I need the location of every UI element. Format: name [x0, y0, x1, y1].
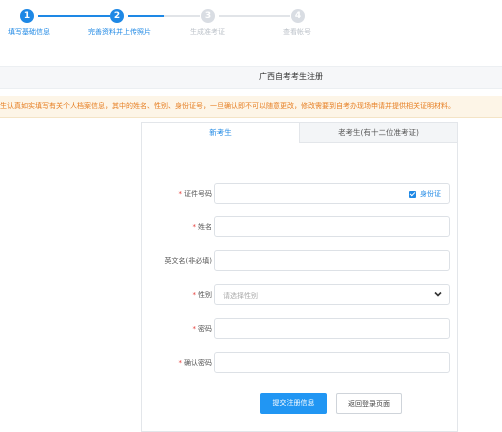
step-4-marker: 4	[288, 6, 308, 26]
id-number-label: * 证件号码	[178, 190, 213, 198]
confirm-password-label: * 确认密码	[178, 359, 213, 367]
id-number-row: * 证件号码 身份证	[142, 183, 459, 205]
step-2-number: 2	[113, 11, 121, 21]
english-name-label: 英文名(非必填)	[164, 257, 212, 265]
notice-text: 生认真如实填写有关个人档案信息，其中的姓名、性别、身份证号，一旦确认即不可以随意…	[0, 102, 455, 110]
step-1-marker: 1	[17, 6, 37, 26]
step-3-marker: 3	[198, 6, 218, 26]
progress-steps: 1 2 3 4 填写基础信息 完善资料并上传照片 生成准考证 查看帐号	[0, 0, 502, 44]
password-field[interactable]	[214, 318, 450, 339]
page-title: 广西自考考生注册	[259, 72, 323, 81]
password-label: * 密码	[192, 325, 213, 333]
step-1-number: 1	[23, 11, 31, 21]
checkbox-icon	[409, 190, 416, 198]
gender-placeholder: 请选择性别	[223, 292, 258, 300]
step-2-marker: 2	[107, 6, 127, 26]
name-row: * 姓名	[142, 216, 459, 238]
submit-registration-button[interactable]: 提交注册信息	[260, 393, 327, 414]
gender-row: * 性别 请选择性别	[142, 284, 459, 306]
page-title-bar: 广西自考考生注册	[0, 66, 502, 89]
gender-select[interactable]: 请选择性别	[214, 284, 450, 305]
registration-panel: 新考生 老考生(有十二位准考证) * 证件号码 身份证 * 姓名 英文名(非必填) …	[141, 122, 458, 432]
step-connector-1	[38, 15, 110, 17]
step-2-label: 完善资料并上传照片	[88, 28, 151, 36]
step-4-number: 4	[294, 11, 302, 21]
step-3-number: 3	[204, 11, 212, 21]
id-type-toggle[interactable]: 身份证	[409, 189, 441, 199]
name-label: * 姓名	[192, 223, 213, 231]
confirm-password-row: * 确认密码	[142, 352, 459, 374]
confirm-password-field[interactable]	[214, 352, 450, 373]
step-3-label: 生成准考证	[190, 28, 225, 36]
step-connector-3	[219, 15, 290, 17]
notice-banner: 生认真如实填写有关个人档案信息，其中的姓名、性别、身份证号，一旦确认即不可以随意…	[0, 96, 502, 118]
back-to-login-button[interactable]: 返回登录页面	[336, 393, 402, 414]
gender-label: * 性别	[192, 291, 213, 299]
step-connector-2b	[164, 15, 200, 17]
chevron-down-icon	[434, 291, 442, 297]
step-connector-2a	[128, 15, 164, 17]
tab-new-candidate[interactable]: 新考生	[142, 123, 299, 143]
step-4-label: 查看帐号	[283, 28, 311, 36]
id-number-field[interactable]: 身份证	[214, 183, 450, 204]
name-field[interactable]	[214, 216, 450, 237]
english-name-field[interactable]	[214, 250, 450, 271]
step-1-label: 填写基础信息	[8, 28, 50, 36]
password-row: * 密码	[142, 318, 459, 340]
tab-returning-candidate[interactable]: 老考生(有十二位准考证)	[299, 123, 457, 143]
english-name-row: 英文名(非必填)	[142, 250, 459, 272]
